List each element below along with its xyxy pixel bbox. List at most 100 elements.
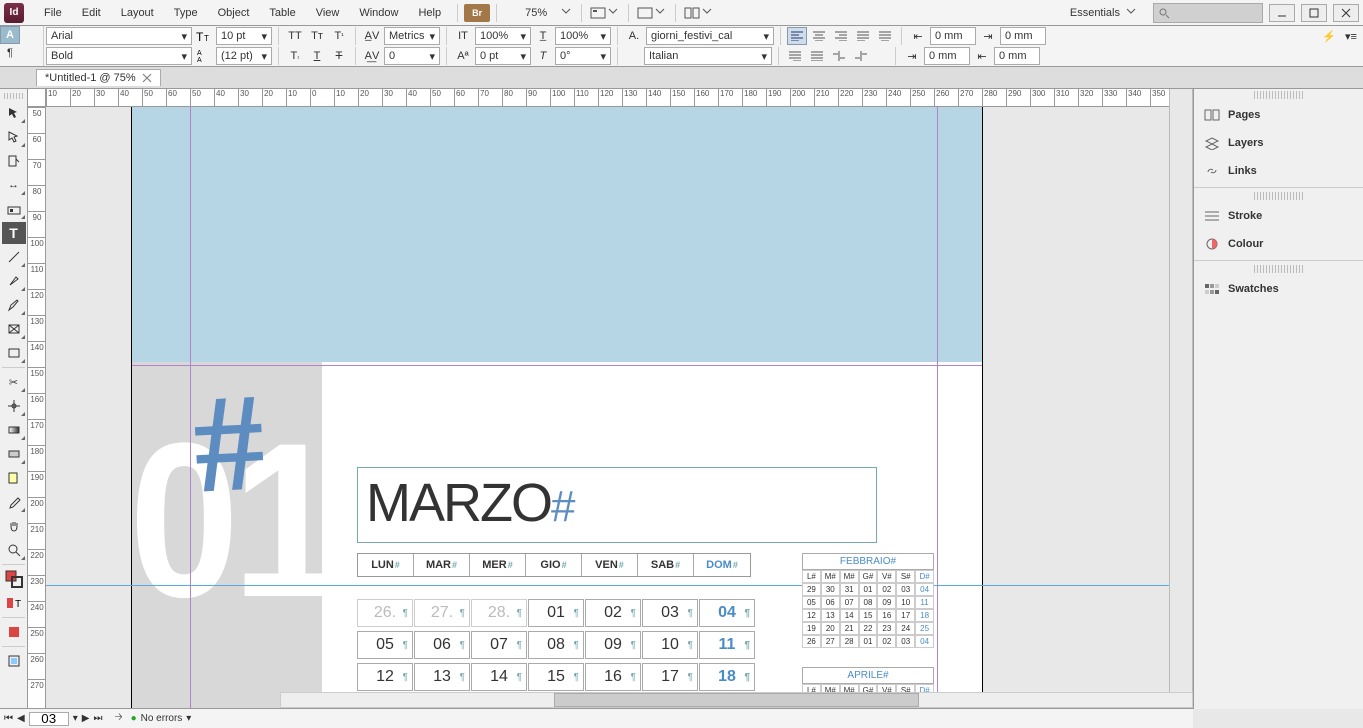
- calendar-body[interactable]: 26.¶27.¶28.¶01¶02¶03¶04¶05¶06¶07¶08¶09¶1…: [357, 599, 756, 695]
- calendar-header[interactable]: LUN#MAR#MER#GIO#VEN#SAB#DOM#: [357, 553, 751, 577]
- collapsed-panel-strip[interactable]: [1169, 89, 1193, 709]
- panel-links[interactable]: Links: [1194, 157, 1363, 185]
- pen-tool[interactable]: [2, 270, 26, 292]
- superscript-icon[interactable]: T¹: [329, 27, 349, 45]
- underline-icon[interactable]: T: [307, 47, 327, 65]
- baseline-field[interactable]: 0 pt▾: [475, 47, 531, 65]
- bridge-icon[interactable]: Br: [464, 4, 490, 22]
- ruler-horizontal[interactable]: 1020304050605040302010010203040506070809…: [46, 89, 1169, 107]
- panel-colour[interactable]: Colour: [1194, 230, 1363, 258]
- chevron-down-icon[interactable]: [561, 6, 575, 20]
- next-page-button[interactable]: ▶: [82, 713, 90, 724]
- menu-layout[interactable]: Layout: [111, 0, 164, 26]
- fill-stroke-swap[interactable]: [2, 568, 26, 590]
- last-page-button[interactable]: ⏭: [93, 713, 102, 724]
- scissors-tool[interactable]: ✂: [2, 371, 26, 393]
- mini-calendar-prev[interactable]: FEBBRAIO#L#M#M#G#V#S#D#29303101020304050…: [802, 553, 934, 648]
- zoom-tool[interactable]: [2, 539, 26, 561]
- screen-mode-icon[interactable]: [635, 4, 655, 22]
- vscale-combo[interactable]: 100%▾: [475, 27, 531, 45]
- smallcaps-icon[interactable]: Tᴛ: [307, 27, 327, 45]
- preflight-dropdown-button[interactable]: ▾: [186, 713, 191, 724]
- menu-table[interactable]: Table: [259, 0, 305, 26]
- direct-selection-tool[interactable]: [2, 126, 26, 148]
- page-number-field[interactable]: [29, 712, 69, 726]
- kerning-combo[interactable]: Metrics▾: [384, 27, 440, 45]
- hand-tool[interactable]: [2, 515, 26, 537]
- font-size-combo[interactable]: 10 pt▾: [216, 27, 272, 45]
- type-tool[interactable]: T: [2, 222, 26, 244]
- lastline-indent-field[interactable]: 0 mm: [994, 47, 1040, 65]
- horizontal-scrollbar[interactable]: [280, 692, 1193, 708]
- gradient-swatch-tool[interactable]: [2, 419, 26, 441]
- ruler-origin[interactable]: [28, 89, 46, 107]
- tracking-combo[interactable]: 0▾: [384, 47, 440, 65]
- menu-object[interactable]: Object: [208, 0, 260, 26]
- view-mode-icon[interactable]: [2, 650, 26, 672]
- align-toward-spine-button[interactable]: [829, 47, 849, 65]
- workspace-switcher[interactable]: Essentials: [1061, 3, 1149, 23]
- maximize-button[interactable]: [1301, 4, 1327, 22]
- quick-apply-icon[interactable]: ⚡: [1319, 27, 1339, 45]
- menu-window[interactable]: Window: [349, 0, 408, 26]
- character-mode-button[interactable]: A: [0, 26, 20, 44]
- page-dropdown-button[interactable]: ▾: [73, 713, 78, 724]
- chevron-down-icon[interactable]: [608, 6, 622, 20]
- char-style-combo[interactable]: giorni_festivi_cal▾: [646, 27, 774, 45]
- canvas[interactable]: 018 # MARZO# LUN#MAR#MER#GIO#VEN#SAB#DOM…: [46, 107, 1169, 709]
- subscript-icon[interactable]: T₁: [285, 47, 305, 65]
- panel-menu-icon[interactable]: ▾≡: [1341, 27, 1361, 45]
- allcaps-icon[interactable]: TT: [285, 27, 305, 45]
- justify-left-button[interactable]: [853, 27, 873, 45]
- align-left-button[interactable]: [787, 27, 807, 45]
- formatting-container-icon[interactable]: T: [2, 592, 26, 614]
- align-center-button[interactable]: [809, 27, 829, 45]
- menu-help[interactable]: Help: [408, 0, 451, 26]
- chevron-down-icon[interactable]: [702, 6, 716, 20]
- menu-file[interactable]: File: [34, 0, 72, 26]
- free-transform-tool[interactable]: [2, 395, 26, 417]
- skew-field[interactable]: 0°▾: [555, 47, 611, 65]
- paragraph-mode-button[interactable]: ¶: [0, 44, 20, 62]
- justify-center-button[interactable]: [875, 27, 895, 45]
- menu-edit[interactable]: Edit: [72, 0, 111, 26]
- gradient-feather-tool[interactable]: [2, 443, 26, 465]
- close-button[interactable]: [1333, 4, 1359, 22]
- strike-icon[interactable]: T: [329, 47, 349, 65]
- eyedropper-tool[interactable]: [2, 491, 26, 513]
- page-tool[interactable]: [2, 150, 26, 172]
- firstline-indent-field[interactable]: 0 mm: [924, 47, 970, 65]
- prev-page-button[interactable]: ◀: [17, 713, 25, 724]
- minimize-button[interactable]: [1269, 4, 1295, 22]
- language-combo[interactable]: Italian▾: [644, 47, 772, 65]
- content-collector-tool[interactable]: [2, 198, 26, 220]
- leading-combo[interactable]: (12 pt)▾: [216, 47, 272, 65]
- zoom-field[interactable]: 75%: [511, 6, 575, 20]
- hscale-combo[interactable]: 100%▾: [555, 27, 611, 45]
- ruler-vertical[interactable]: 5060708090100110120130140150160170180190…: [28, 107, 46, 709]
- note-tool[interactable]: [2, 467, 26, 489]
- pencil-tool[interactable]: [2, 294, 26, 316]
- month-title-frame[interactable]: MARZO#: [357, 467, 877, 543]
- search-input[interactable]: [1153, 3, 1263, 23]
- indent-right-field[interactable]: 0 mm: [1000, 27, 1046, 45]
- rectangle-frame-tool[interactable]: [2, 318, 26, 340]
- panel-pages[interactable]: Pages: [1194, 101, 1363, 129]
- close-icon[interactable]: [142, 73, 152, 83]
- indent-left-field[interactable]: 0 mm: [930, 27, 976, 45]
- rectangle-tool[interactable]: [2, 342, 26, 364]
- panel-layers[interactable]: Layers: [1194, 129, 1363, 157]
- document-tab[interactable]: *Untitled-1 @ 75%: [36, 69, 161, 86]
- gap-tool[interactable]: ↔: [2, 174, 26, 196]
- first-page-button[interactable]: ⏮: [4, 713, 13, 724]
- font-style-combo[interactable]: Bold▾: [46, 47, 192, 65]
- menu-view[interactable]: View: [306, 0, 350, 26]
- selection-tool[interactable]: [2, 102, 26, 124]
- justify-right-button[interactable]: [785, 47, 805, 65]
- preflight-status-icon[interactable]: ●: [131, 713, 137, 724]
- apply-color-icon[interactable]: [2, 621, 26, 643]
- menu-type[interactable]: Type: [164, 0, 208, 26]
- font-family-combo[interactable]: Arial▾: [46, 27, 192, 45]
- align-right-button[interactable]: [831, 27, 851, 45]
- view-options-icon[interactable]: [588, 4, 608, 22]
